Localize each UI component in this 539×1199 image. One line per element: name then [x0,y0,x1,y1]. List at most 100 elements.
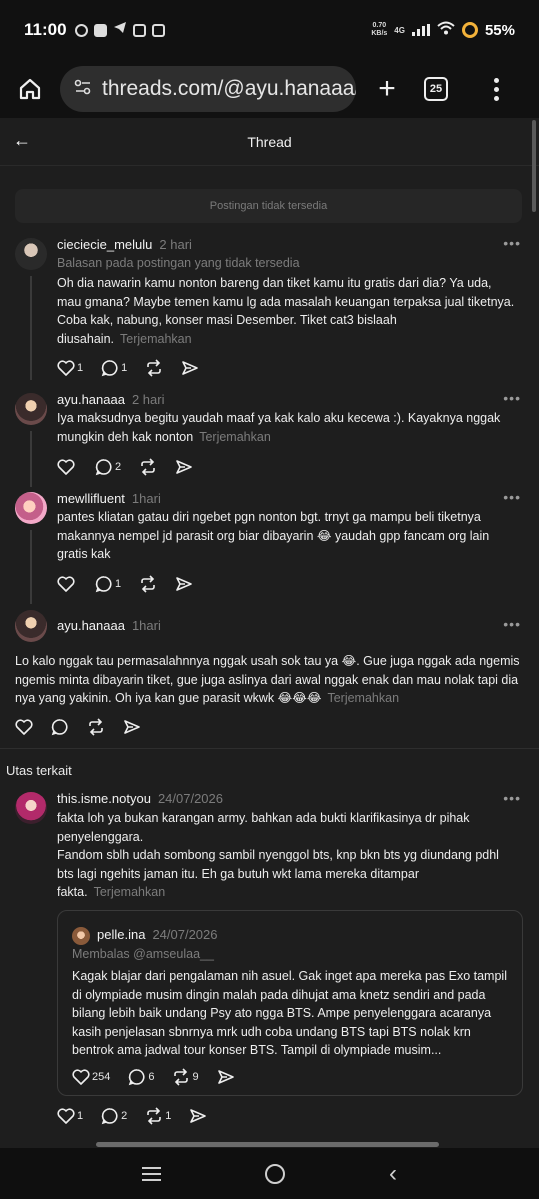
related-threads-title: Utas terkait [6,763,72,778]
comment-icon [101,360,118,377]
share-button[interactable] [217,1069,235,1085]
share-button[interactable] [175,459,193,475]
address-bar[interactable]: threads.com/@ayu.hanaaa/ [60,66,356,112]
repost-button[interactable]: 9 [172,1068,199,1086]
more-options-icon[interactable]: ••• [503,390,521,406]
avatar[interactable] [15,238,47,270]
heart-icon [72,1069,90,1085]
new-tab-button[interactable]: + [356,72,418,106]
avatar[interactable] [15,792,47,824]
post-text: Lo kalo nggak tau permasalahnnya nggak u… [15,654,520,705]
timestamp: 2 hari [131,392,165,407]
username[interactable]: cieciecie_melulu [57,237,152,252]
username[interactable]: ayu.hanaaa [57,392,125,407]
site-settings-icon[interactable] [74,78,92,101]
timestamp: 2 hari [159,237,192,252]
thread-connector [30,431,32,487]
post-actions: 1 [57,575,211,593]
send-icon [190,1109,207,1123]
more-options-icon[interactable]: ••• [503,790,521,806]
heart-icon [57,459,75,475]
plus-icon: + [378,72,396,105]
repost-icon [141,458,155,476]
username[interactable]: pelle.ina [97,927,145,942]
telegram-icon [113,21,127,39]
like-button[interactable]: 254 [72,1069,110,1085]
share-button[interactable] [189,1108,207,1124]
post-text: fakta loh ya bukan karangan army. bahkan… [57,811,499,899]
comment-icon [51,719,68,736]
post-text: Oh dia nawarin kamu nonton bareng dan ti… [57,276,515,346]
translate-link[interactable]: Terjemahkan [199,430,271,444]
repost-button[interactable] [145,359,163,377]
like-count: 254 [92,1071,111,1083]
app-icon [93,23,107,37]
avatar[interactable] [15,610,47,642]
home-button[interactable] [0,60,60,118]
translate-link[interactable]: Terjemahkan [120,332,192,346]
repost-button[interactable] [139,575,157,593]
like-count: 1 [77,362,84,374]
recent-apps-button[interactable] [142,1166,161,1181]
comment-icon [129,1069,145,1086]
heart-icon [15,719,33,735]
heart-icon [57,360,75,376]
post-actions [15,718,159,736]
scrollbar[interactable] [532,120,536,212]
share-button[interactable] [181,360,199,376]
like-button[interactable] [57,459,77,475]
reply-button[interactable]: 1 [95,575,121,593]
avatar[interactable] [15,492,47,524]
repost-button[interactable] [139,458,157,476]
battery-percent: 55% [484,21,515,39]
quoted-post[interactable]: pelle.ina 24/07/2026 Membalas @amseulaa_… [57,910,523,1096]
browser-menu-button[interactable] [494,77,499,101]
avatar[interactable] [15,393,47,425]
username[interactable]: this.isme.notyou [57,791,151,806]
username[interactable]: mewllifluent [57,491,125,506]
back-chevron-icon[interactable]: ‹ [389,1160,397,1188]
home-circle-button[interactable] [265,1163,285,1184]
network-speed: 0.70 KB/s [371,22,388,37]
home-icon [19,78,41,100]
share-button[interactable] [175,576,193,592]
more-options-icon[interactable]: ••• [503,489,521,505]
gesture-handle[interactable] [96,1142,439,1147]
reply-button[interactable]: 2 [95,458,121,476]
like-button[interactable]: 1 [57,360,83,376]
reply-button[interactable]: 1 [101,359,127,377]
repost-icon [141,575,155,593]
translate-link[interactable]: Terjemahkan [327,691,399,705]
share-button[interactable] [123,719,141,735]
avatar[interactable] [72,927,90,945]
like-button[interactable] [15,719,33,735]
heart-icon [57,1108,75,1124]
reply-button[interactable]: 2 [101,1107,127,1125]
more-options-icon[interactable]: ••• [503,235,521,251]
repost-button[interactable]: 1 [145,1107,171,1125]
notification-icons [74,21,165,39]
signal-icon [411,24,430,36]
timestamp: 1hari [131,618,161,633]
comment-icon [95,459,112,476]
post-text: Iya maksudnya begitu yaudah maaf ya kak … [57,411,501,444]
unavailable-post-notice: Postingan tidak tersedia [15,189,522,223]
translate-link[interactable]: Terjemahkan [94,885,166,899]
browser-toolbar: threads.com/@ayu.hanaaa/ + 25 [0,60,539,118]
username[interactable]: ayu.hanaaa [57,618,125,633]
network-type: 4G [394,25,405,35]
tab-switcher-button[interactable]: 25 [424,77,448,101]
page-title: Thread [247,133,292,150]
reply-button[interactable]: 6 [128,1068,154,1086]
thread-header: ← Thread [0,118,539,166]
repost-button[interactable] [87,718,105,736]
like-button[interactable]: 1 [57,1108,83,1124]
like-button[interactable] [57,576,77,592]
reply-button[interactable] [51,718,69,736]
more-options-icon[interactable]: ••• [503,616,521,632]
post-text: pantes kliatan gatau diri ngebet pgn non… [57,510,490,561]
card-icon [132,23,146,37]
back-arrow-icon[interactable]: ← [13,130,31,151]
repost-count: 9 [192,1071,199,1083]
send-icon [124,720,140,734]
